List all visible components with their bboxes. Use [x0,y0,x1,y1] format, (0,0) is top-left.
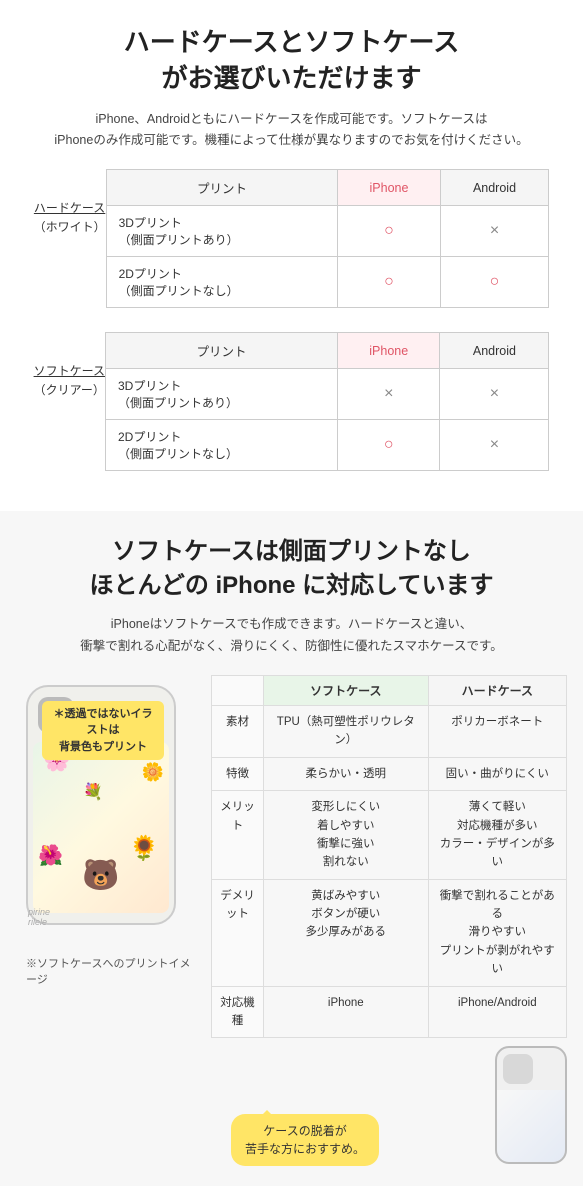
soft-case-note: ※ソフトケースへのプリントイメージ [16,955,201,987]
row-label-2d-soft: 2Dプリント（側面プリントなし） [105,420,337,471]
bottom-row: ケースの脱着が苦手な方におすすめ。 [211,1046,567,1166]
comp-label-merit: メリット [212,791,264,880]
comp-header-soft: ソフトケース [264,675,429,705]
hard-case-table: プリント iPhone Android 3Dプリント（側面プリントあり） ○ ×… [106,169,550,308]
comp-hard-merit: 薄くて軽い対応機種が多いカラー・デザインが多い [428,791,566,880]
hard-case-label: ハードケース（ホワイト） [34,169,106,237]
bottom-content-area: ＊透過ではないイラストは背景色もプリント 🌸 🌼 🌺 💐 🌻 🐻 p [16,675,567,1166]
comp-soft-merit: 変形しにくい着しやすい衝撃に強い割れない [264,791,429,880]
hard-case-table-wrap: ハードケース（ホワイト） プリント iPhone Android 3Dプリント（… [34,169,550,308]
balloon-text: ケースの脱着が苦手な方におすすめ。 [231,1114,379,1166]
main-title: ハードケースとソフトケースがお選びいただけます [20,24,563,97]
flower-illustration: 🌸 🌼 🌺 💐 🌻 🐻 [33,742,169,913]
transparent-note: ＊透過ではないイラストは背景色もプリント [42,701,164,761]
flower-icon-5: 🌻 [129,834,159,863]
flower-icon-4: 💐 [83,782,103,802]
comparison-table: ソフトケース ハードケース 素材 TPU（熱可塑性ポリウレタン） ポリカーボネー… [211,675,567,1038]
col-header-print2: プリント [105,333,337,369]
soft-case-label: ソフトケース（クリアー） [34,332,105,400]
table-row: 2Dプリント（側面プリントなし） ○ ○ [106,257,549,308]
phone-illustration-area: ＊透過ではないイラストは背景色もプリント 🌸 🌼 🌺 💐 🌻 🐻 p [16,675,201,987]
soft-case-table-inner: プリント iPhone Android 3Dプリント（側面プリントあり） × ×… [105,332,549,471]
bear-emoji: 🐻 [82,858,119,893]
flower-icon-2: 🌼 [142,762,164,783]
section2-description: iPhoneはソフトケースでも作成できます。ハードケースと違い、 衝撃で割れる心… [16,614,567,657]
section-top: ハードケースとソフトケースがお選びいただけます iPhone、Androidとも… [0,0,583,511]
table-row: 2Dプリント（側面プリントなし） ○ × [105,420,548,471]
transparent-phone-area [477,1046,567,1166]
comp-soft-demerit: 黄ばみやすいボタンが硬い多少厚みがある [264,879,429,986]
cell-3d-iphone-soft: × [338,369,440,420]
trans-phone-camera [503,1054,533,1084]
col-header-iphone2: iPhone [338,333,440,369]
phone-content-area: 🌸 🌼 🌺 💐 🌻 🐻 [33,742,169,913]
cell-2d-android-hard: ○ [440,257,549,308]
comp-hard-device: iPhone/Android [428,986,566,1038]
comp-hard-demerit: 衝撃で割れることがある滑りやすいプリントが剥がれやすい [428,879,566,986]
comp-header-empty [212,675,264,705]
cell-3d-android-soft: × [440,369,549,420]
comp-label-device: 対応機種 [212,986,264,1038]
comp-row-feature: 特徴 柔らかい・透明 固い・曲がりにくい [212,757,567,790]
phone-case-illustration: ＊透過ではないイラストは背景色もプリント 🌸 🌼 🌺 💐 🌻 🐻 [26,685,176,925]
hard-case-table-inner: プリント iPhone Android 3Dプリント（側面プリントあり） ○ ×… [106,169,550,308]
table-row: 3Dプリント（側面プリントあり） × × [105,369,548,420]
comp-label-feature: 特徴 [212,757,264,790]
comp-row-demerit: デメリット 黄ばみやすいボタンが硬い多少厚みがある 衝撃で割れることがある滑りや… [212,879,567,986]
cell-3d-iphone-hard: ○ [338,206,440,257]
trans-phone-screen [497,1090,565,1162]
col-header-android1: Android [440,170,549,206]
cell-3d-android-hard: × [440,206,549,257]
comp-row-merit: メリット 変形しにくい着しやすい衝撃に強い割れない 薄くて軽い対応機種が多いカラ… [212,791,567,880]
col-header-iphone1: iPhone [338,170,440,206]
comp-label-demerit: デメリット [212,879,264,986]
row-label-2d-hard: 2Dプリント（側面プリントなし） [106,257,338,308]
row-label-3d-soft: 3Dプリント（側面プリントあり） [105,369,337,420]
flower-icon-3: 🌺 [38,843,63,868]
comp-soft-device: iPhone [264,986,429,1038]
cell-2d-iphone-soft: ○ [338,420,440,471]
sub-description: iPhone、Androidともにハードケースを作成可能です。ソフトケースは i… [20,109,563,152]
soft-case-table-wrap: ソフトケース（クリアー） プリント iPhone Android 3Dプリント（… [34,332,550,471]
comp-row-device: 対応機種 iPhone iPhone/Android [212,986,567,1038]
cell-2d-iphone-hard: ○ [338,257,440,308]
col-header-android2: Android [440,333,549,369]
comp-soft-material: TPU（熱可塑性ポリウレタン） [264,705,429,757]
brand-name: pirinerilele [28,907,50,927]
section2-title: ソフトケースは側面プリントなしほとんどの iPhone に対応しています [16,535,567,602]
table-row: 3Dプリント（側面プリントあり） ○ × [106,206,549,257]
comp-hard-material: ポリカーボネート [428,705,566,757]
comp-soft-feature: 柔らかい・透明 [264,757,429,790]
right-column: ソフトケース ハードケース 素材 TPU（熱可塑性ポリウレタン） ポリカーボネー… [211,675,567,1166]
comp-hard-feature: 固い・曲がりにくい [428,757,566,790]
balloon-wrap: ケースの脱着が苦手な方におすすめ。 [211,1102,477,1166]
comp-header-hard: ハードケース [428,675,566,705]
comp-label-material: 素材 [212,705,264,757]
row-label-3d-hard: 3Dプリント（側面プリントあり） [106,206,338,257]
section-bottom: ソフトケースは側面プリントなしほとんどの iPhone に対応しています iPh… [0,511,583,1186]
comp-row-material: 素材 TPU（熱可塑性ポリウレタン） ポリカーボネート [212,705,567,757]
soft-case-table: プリント iPhone Android 3Dプリント（側面プリントあり） × ×… [105,332,549,471]
transparent-phone-case [495,1046,567,1164]
cell-2d-android-soft: × [440,420,549,471]
col-header-print: プリント [106,170,338,206]
